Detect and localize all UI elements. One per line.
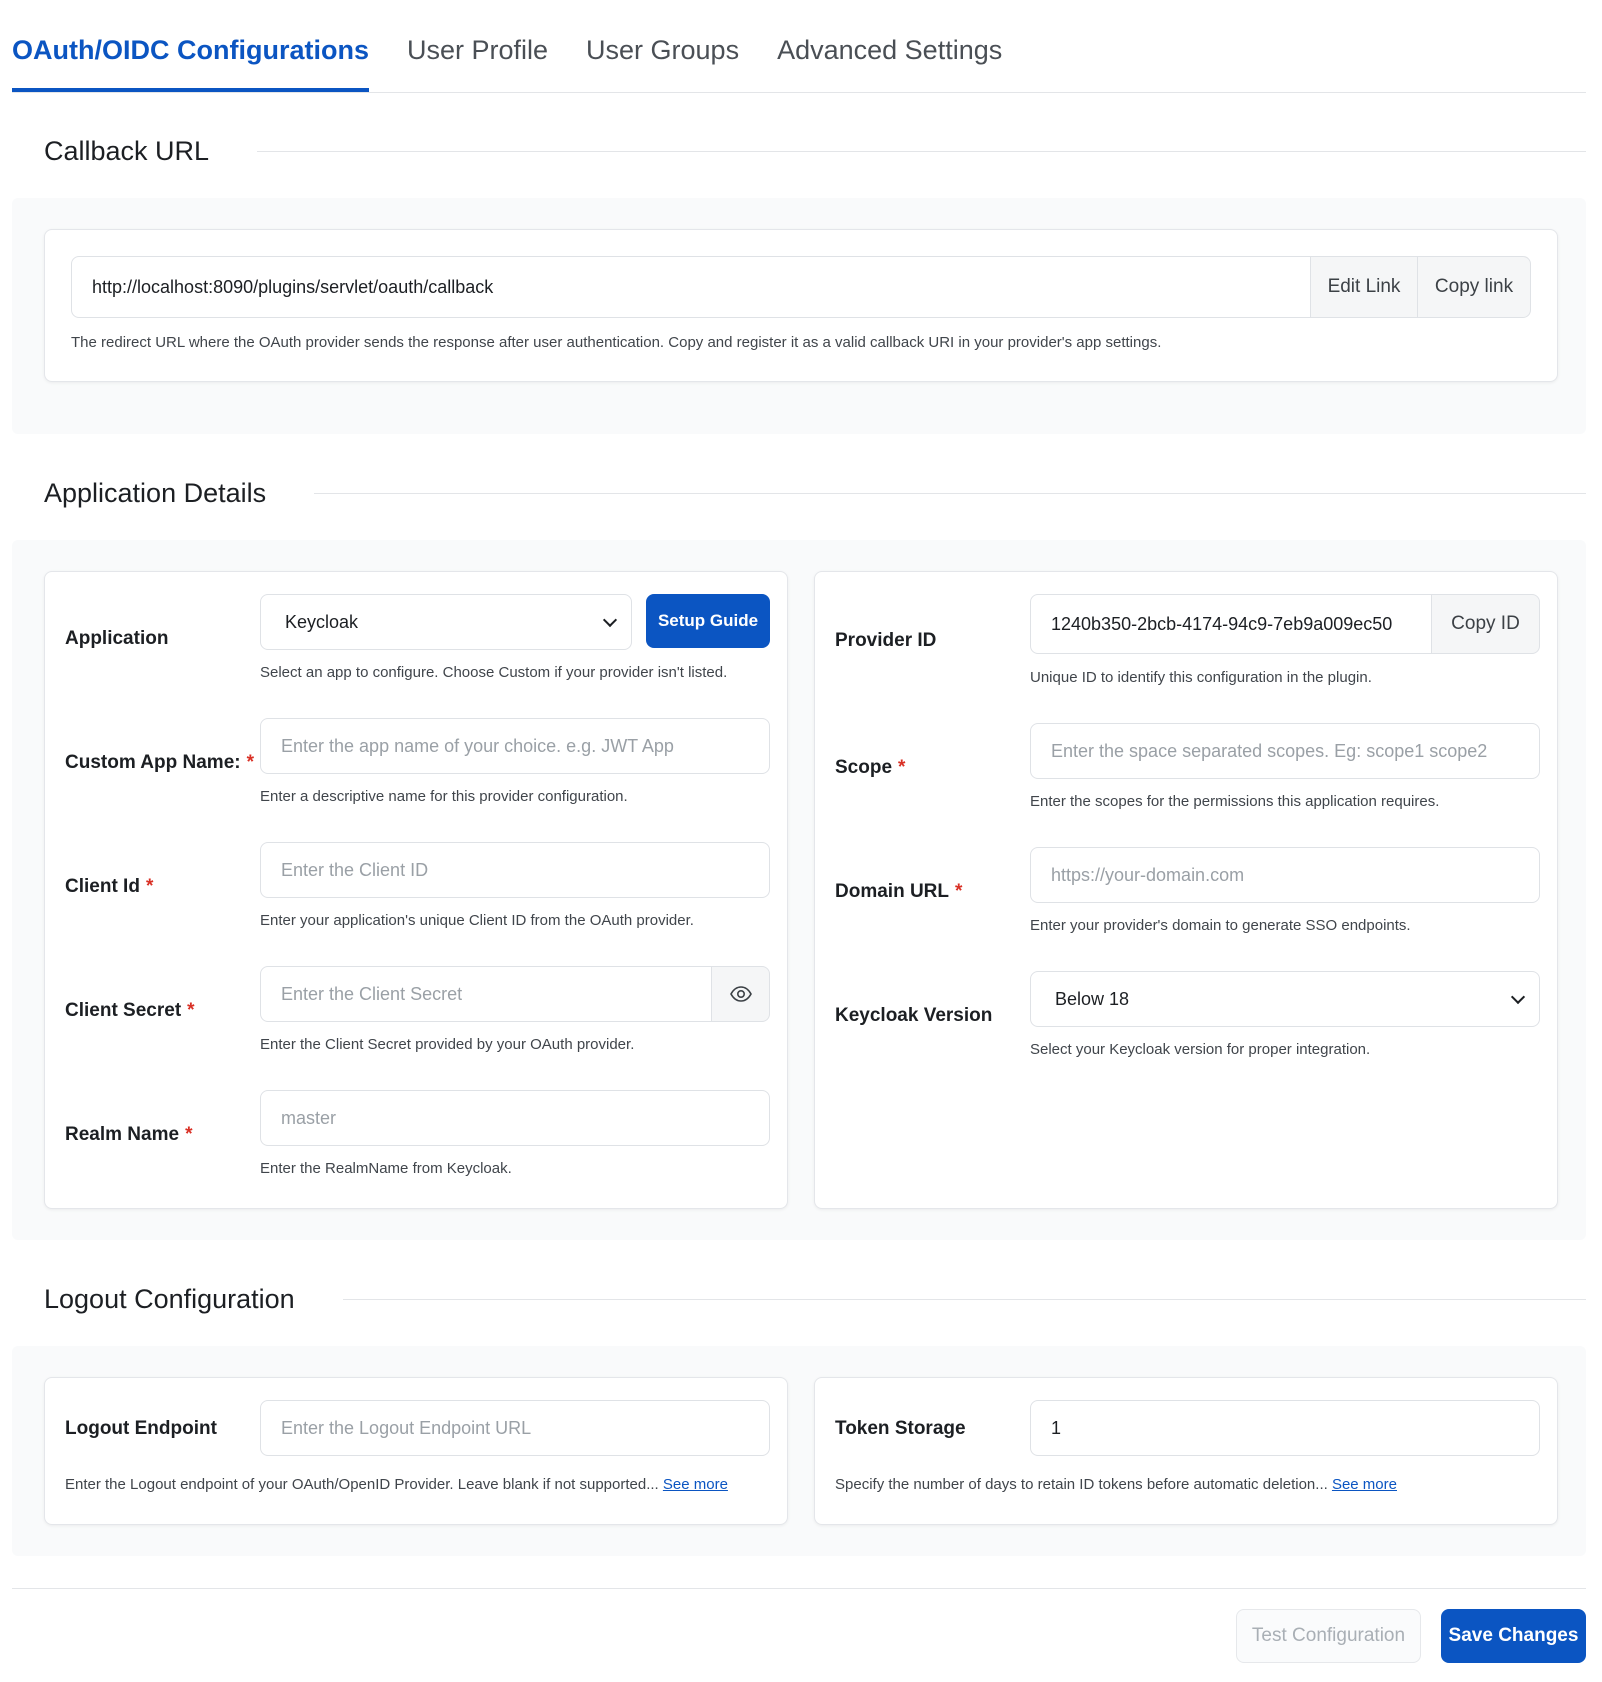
logout-endpoint-card: Logout Endpoint Enter the Logout Endpoin… xyxy=(44,1377,788,1525)
callback-heading: Callback URL xyxy=(44,136,210,166)
setup-guide-button[interactable]: Setup Guide xyxy=(646,594,770,648)
callback-section-header: Callback URL xyxy=(44,136,1586,167)
realm-name-label: Realm Name * xyxy=(65,1124,193,1145)
required-asterisk: * xyxy=(145,876,154,897)
custom-app-name-help-text: Enter a descriptive name for this provid… xyxy=(260,788,628,805)
keycloak-version-select-value: Below 18 xyxy=(1055,988,1130,1009)
app-details-right-card: Provider ID 1240b350-2bcb-4174-94c9-7eb9… xyxy=(814,571,1558,1209)
keycloak-version-label: Keycloak Version xyxy=(835,1005,993,1026)
tab-user-groups[interactable]: User Groups xyxy=(586,0,739,92)
required-asterisk: * xyxy=(187,1000,195,1021)
keycloak-version-help-text: Select your Keycloak version for proper … xyxy=(1030,1041,1371,1058)
provider-id-help-text: Unique ID to identify this configuration… xyxy=(1030,669,1372,686)
client-secret-help-text: Enter the Client Secret provided by your… xyxy=(260,1036,635,1053)
scope-label: Scope * xyxy=(835,757,906,778)
required-asterisk: * xyxy=(185,1124,193,1145)
realm-name-help-text: Enter the RealmName from Keycloak. xyxy=(260,1160,512,1177)
required-asterisk: * xyxy=(246,752,254,773)
copy-id-button[interactable]: Copy ID xyxy=(1431,594,1540,654)
toggle-secret-visibility-button[interactable] xyxy=(711,966,770,1022)
token-storage-label: Token Storage xyxy=(835,1418,966,1439)
section-divider xyxy=(314,493,1586,494)
logout-endpoint-label: Logout Endpoint xyxy=(65,1418,217,1439)
client-id-help-text: Enter your application's unique Client I… xyxy=(260,912,694,929)
required-asterisk: * xyxy=(898,757,906,778)
test-configuration-button[interactable]: Test Configuration xyxy=(1236,1609,1421,1663)
application-label: Application xyxy=(65,628,169,649)
token-storage-input[interactable]: 1 xyxy=(1030,1400,1540,1456)
app-details-left-card: Application Keycloak Setup Guide Select … xyxy=(44,571,788,1209)
scope-help-text: Enter the scopes for the permissions thi… xyxy=(1030,793,1440,810)
domain-url-input[interactable]: https://your-domain.com xyxy=(1030,847,1540,903)
save-changes-button[interactable]: Save Changes xyxy=(1441,1609,1586,1663)
copy-link-button[interactable]: Copy link xyxy=(1417,256,1531,318)
section-divider xyxy=(342,1299,1586,1300)
footer-divider xyxy=(12,1588,1586,1589)
provider-id-label: Provider ID xyxy=(835,630,937,651)
tab-advanced-settings[interactable]: Advanced Settings xyxy=(777,0,1002,92)
token-storage-help-text: Specify the number of days to retain ID … xyxy=(835,1476,1397,1493)
application-select[interactable]: Keycloak xyxy=(260,594,632,650)
callback-help-text: The redirect URL where the OAuth provide… xyxy=(71,334,1162,351)
domain-url-label: Domain URL * xyxy=(835,881,963,902)
app-details-section-header: Application Details xyxy=(44,478,1586,509)
custom-app-name-input[interactable]: Enter the app name of your choice. e.g. … xyxy=(260,718,770,774)
logout-endpoint-help-text: Enter the Logout endpoint of your OAuth/… xyxy=(65,1476,728,1493)
logout-heading: Logout Configuration xyxy=(44,1284,295,1314)
client-secret-input[interactable]: Enter the Client Secret xyxy=(260,966,712,1022)
chevron-down-icon xyxy=(1510,989,1526,1005)
keycloak-version-select[interactable]: Below 18 xyxy=(1030,971,1540,1027)
callback-card: http://localhost:8090/plugins/servlet/oa… xyxy=(44,229,1558,382)
required-asterisk: * xyxy=(955,881,963,902)
custom-app-name-label: Custom App Name: * xyxy=(65,752,254,773)
tab-bar: OAuth/OIDC Configurations User Profile U… xyxy=(12,0,1586,93)
token-storage-card: Token Storage 1 Specify the number of da… xyxy=(814,1377,1558,1525)
client-secret-label: Client Secret * xyxy=(65,1000,195,1021)
provider-id-field[interactable]: 1240b350-2bcb-4174-94c9-7eb9a009ec50 xyxy=(1030,594,1432,654)
application-help-text: Select an app to configure. Choose Custo… xyxy=(260,664,728,681)
chevron-down-icon xyxy=(602,612,618,628)
logout-endpoint-input[interactable]: Enter the Logout Endpoint URL xyxy=(260,1400,770,1456)
callback-url-field[interactable]: http://localhost:8090/plugins/servlet/oa… xyxy=(71,256,1311,318)
scope-input[interactable]: Enter the space separated scopes. Eg: sc… xyxy=(1030,723,1540,779)
client-id-input[interactable]: Enter the Client ID xyxy=(260,842,770,898)
tab-oauth-oidc-configurations[interactable]: OAuth/OIDC Configurations xyxy=(12,0,369,92)
domain-url-help-text: Enter your provider's domain to generate… xyxy=(1030,917,1411,934)
client-id-label: Client Id * xyxy=(65,876,154,897)
realm-name-input[interactable]: master xyxy=(260,1090,770,1146)
edit-link-button[interactable]: Edit Link xyxy=(1310,256,1418,318)
tab-user-profile[interactable]: User Profile xyxy=(407,0,548,92)
app-details-heading: Application Details xyxy=(44,478,267,508)
logout-see-more-link[interactable]: See more xyxy=(663,1476,728,1493)
token-storage-see-more-link[interactable]: See more xyxy=(1332,1476,1397,1493)
eye-icon xyxy=(729,986,752,1002)
logout-section-header: Logout Configuration xyxy=(44,1284,1586,1315)
section-divider xyxy=(257,151,1586,152)
application-select-value: Keycloak xyxy=(285,611,359,632)
